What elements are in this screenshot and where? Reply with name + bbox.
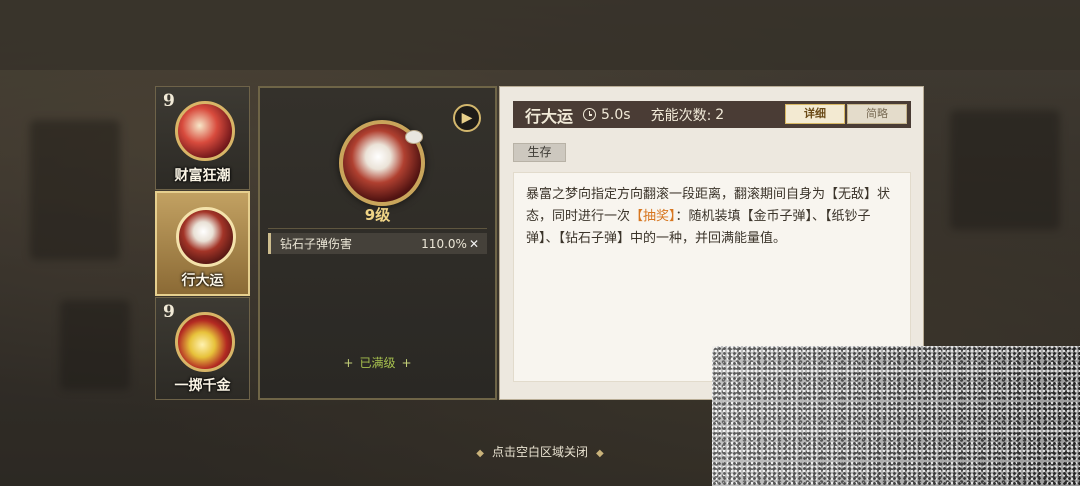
- skill-name: 财富狂潮: [174, 168, 231, 184]
- skill-name: 行大运: [181, 273, 224, 289]
- clock-icon: [583, 108, 597, 121]
- desc-highlight: 【抽奖】: [630, 209, 676, 224]
- stat-name: 钻石子弹伤害: [280, 237, 353, 251]
- skill-header: 行大运 5.0s 充能次数: 2 详细 简略: [513, 101, 911, 128]
- plus-icon: +: [343, 356, 354, 370]
- skill-level-label: 9级: [364, 206, 391, 224]
- gold-coin-skill-icon: [175, 312, 235, 372]
- tab-brief[interactable]: 简略: [847, 104, 907, 124]
- skill-level-panel: ▶ 9级 钻石子弹伤害 110.0% ✕ + 已满级 +: [258, 86, 497, 400]
- stat-value: 110.0%: [421, 236, 467, 251]
- lucky-rabbit-skill-icon: [176, 207, 236, 267]
- diamond-icon: ◆: [476, 448, 484, 459]
- skill-tag: 生存: [513, 143, 566, 162]
- divider: [268, 228, 487, 229]
- cooldown-value: 5.0s: [601, 106, 631, 123]
- close-hint-text: 点击空白区域关闭: [491, 445, 588, 459]
- maxed-label: + 已满级 +: [260, 354, 495, 371]
- stat-row: 钻石子弹伤害 110.0% ✕: [268, 233, 487, 254]
- stat-value-group: 110.0% ✕: [421, 237, 479, 251]
- lucky-rabbit-large-icon: [339, 120, 425, 206]
- tab-detail[interactable]: 详细: [785, 104, 845, 124]
- skill-level: 9: [163, 91, 175, 111]
- skill-level: 9: [163, 302, 175, 322]
- maxed-text: 已满级: [359, 356, 396, 370]
- skill-slot-lucky-selected[interactable]: 行大运: [155, 191, 250, 296]
- skill-slot-fortune[interactable]: 9 财富狂潮: [155, 86, 250, 190]
- plus-icon: +: [401, 356, 412, 370]
- view-toggle: 详细 简略: [785, 104, 907, 124]
- charge-label: 充能次数:: [650, 107, 712, 124]
- multiply-icon: ✕: [468, 236, 479, 251]
- skill-name: 一掷千金: [174, 378, 231, 394]
- play-icon[interactable]: ▶: [453, 104, 481, 132]
- diamond-icon: ◆: [596, 448, 604, 459]
- fortune-coin-skill-icon: [175, 101, 235, 161]
- skill-slot-gold[interactable]: 9 一掷千金: [155, 297, 250, 400]
- static-noise-fade: [712, 346, 1080, 486]
- skill-title: 行大运: [525, 106, 574, 126]
- skill-list: 9 财富狂潮 行大运 9 一掷千金: [155, 86, 250, 400]
- charge-value: 2: [715, 106, 725, 123]
